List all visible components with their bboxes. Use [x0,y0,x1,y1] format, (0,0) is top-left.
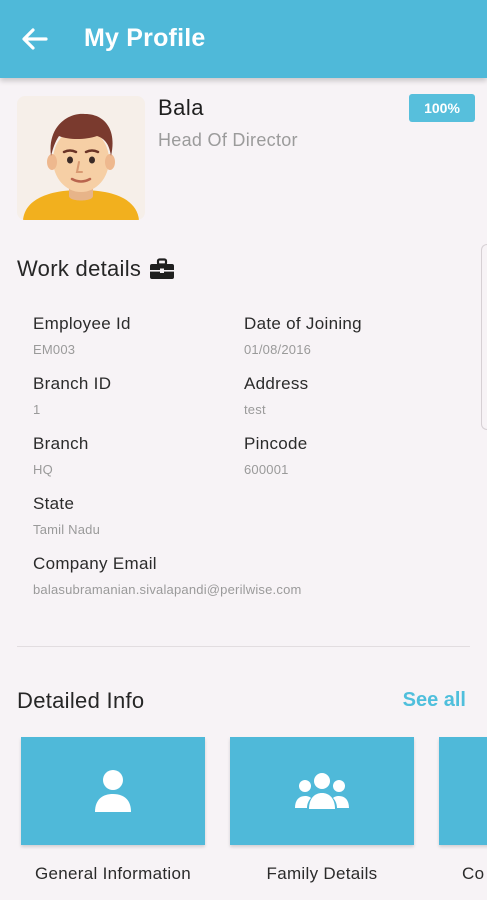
avatar [17,96,145,220]
see-all-link[interactable]: See all [403,689,466,712]
field-label: Pincode [244,434,308,453]
side-edge [481,244,487,430]
card-label-partial[interactable]: Co [462,864,484,884]
work-details-title: Work details [17,256,175,282]
work-details-label: Work details [17,256,142,281]
field-date-of-joining: Date of Joining 01/08/2016 [244,314,444,357]
user-avatar-illustration [23,113,139,220]
field-label: Branch [33,434,89,453]
card-partial[interactable] [439,737,487,845]
person-icon [95,770,131,812]
card-family-details[interactable] [230,737,414,845]
field-pincode: Pincode 600001 [244,434,444,477]
back-button[interactable] [18,22,52,56]
field-value: 1 [33,402,41,417]
profile-name: Bala [158,95,205,120]
field-value: test [244,402,266,417]
field-value: balasubramanian.sivalapandi@perilwise.co… [33,582,302,597]
field-value: EM003 [33,342,76,357]
card-label-general-information[interactable]: General Information [21,864,205,884]
field-state: State Tamil Nadu [33,494,233,537]
field-employee-id: Employee Id EM003 [33,314,233,357]
completion-badge: 100% [409,94,475,122]
profile-role: Head Of Director [158,130,298,150]
field-branch: Branch HQ [33,434,233,477]
app-bar: My Profile [0,0,487,78]
arrow-left-icon [22,28,48,50]
group-icon [295,773,349,809]
field-address: Address test [244,374,444,417]
detailed-info-title: Detailed Info [17,688,145,713]
field-value: 600001 [244,462,289,477]
field-label: Employee Id [33,314,131,333]
briefcase-icon [150,258,175,279]
field-branch-id: Branch ID 1 [33,374,233,417]
field-value: Tamil Nadu [33,522,101,537]
field-company-email: Company Email balasubramanian.sivalapand… [33,554,453,597]
field-label: Address [244,374,309,393]
field-label: Company Email [33,554,157,573]
divider [17,646,470,647]
card-label-family-details[interactable]: Family Details [230,864,414,884]
page-title: My Profile [84,24,206,52]
field-label: Branch ID [33,374,112,393]
field-value: HQ [33,462,53,477]
field-label: State [33,494,75,513]
field-label: Date of Joining [244,314,362,333]
card-general-information[interactable] [21,737,205,845]
field-value: 01/08/2016 [244,342,312,357]
